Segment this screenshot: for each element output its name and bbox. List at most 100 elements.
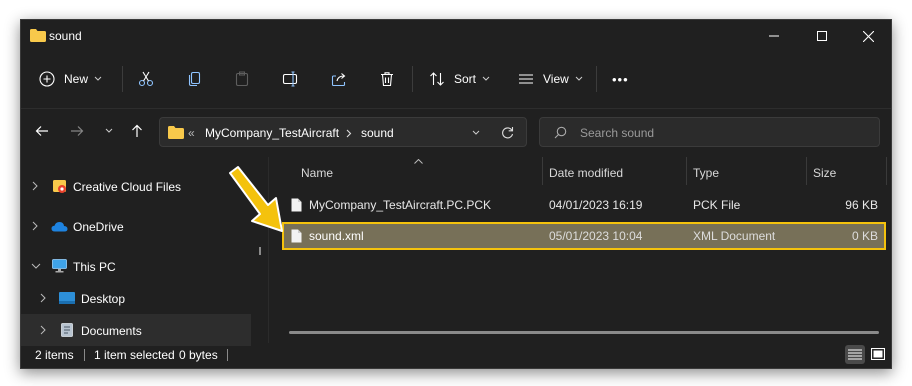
view-button[interactable]: View: [518, 64, 583, 94]
monitor-icon: [52, 259, 67, 273]
plus-circle-icon: [39, 71, 55, 87]
command-bar: New Sort View •••: [21, 56, 891, 102]
address-row: « MyCompany_TestAircraft sound Search so…: [21, 108, 891, 153]
status-bar: 2 items 1 item selected 0 bytes: [21, 342, 891, 368]
minimize-icon: [769, 35, 779, 37]
close-button[interactable]: [845, 20, 891, 52]
up-button[interactable]: [127, 121, 147, 141]
annotation-arrow-icon: [229, 166, 283, 232]
share-icon: [331, 73, 346, 87]
chevron-down-icon: [31, 263, 41, 269]
cut-button[interactable]: [138, 64, 154, 94]
sidebar-item-label: Documents: [81, 324, 142, 338]
minimize-button[interactable]: [751, 20, 797, 52]
details-view-button[interactable]: [845, 345, 865, 364]
rename-button[interactable]: [282, 64, 300, 94]
chevron-down-icon: [472, 130, 480, 135]
new-button[interactable]: New: [39, 64, 102, 94]
file-name: MyCompany_TestAircraft.PC.PCK: [309, 198, 492, 212]
paste-button[interactable]: [234, 64, 250, 94]
documents-icon: [61, 323, 73, 337]
tiles-view-button[interactable]: [868, 345, 888, 364]
chevron-right-icon: [32, 221, 38, 231]
sort-button[interactable]: Sort: [429, 64, 490, 94]
breadcrumb-current[interactable]: sound: [361, 126, 394, 140]
file-date: 05/01/2023 10:04: [549, 229, 643, 243]
search-box[interactable]: Search sound: [539, 117, 880, 147]
details-view-icon: [848, 349, 862, 360]
toolbar-divider: [412, 66, 413, 92]
sidebar-item-this-pc[interactable]: This PC: [21, 250, 251, 282]
breadcrumb-overflow[interactable]: «: [188, 126, 195, 140]
toolbar-divider: [596, 66, 597, 92]
share-button[interactable]: [331, 64, 347, 94]
folder-icon: [30, 29, 46, 42]
file-row[interactable]: MyCompany_TestAircraft.PC.PCK 04/01/2023…: [282, 191, 886, 219]
sidebar-item-label: Desktop: [81, 292, 126, 306]
clipboard-icon: [235, 71, 249, 87]
forward-button[interactable]: [67, 121, 87, 141]
refresh-icon: [502, 127, 514, 139]
chevron-down-icon: [94, 76, 102, 81]
search-placeholder: Search sound: [580, 126, 655, 140]
sidebar-scrollbar[interactable]: [259, 247, 261, 255]
column-divider[interactable]: [686, 157, 687, 185]
sidebar-item-label: OneDrive: [73, 220, 124, 234]
file-type: XML Document: [693, 229, 776, 243]
recent-locations-button[interactable]: [99, 121, 119, 141]
sidebar-item-creative-cloud-files[interactable]: Creative Cloud Files: [21, 170, 251, 202]
file-size: 96 KB: [845, 198, 878, 212]
file-explorer-window: sound New Sort View ••• « MyCompany_Test…: [20, 19, 892, 369]
breadcrumb-parent[interactable]: MyCompany_TestAircraft: [205, 126, 339, 140]
selection-size: 0 bytes: [179, 348, 218, 362]
file-name: sound.xml: [309, 229, 364, 243]
chevron-right-icon: [346, 129, 352, 138]
chevron-right-icon: [32, 181, 38, 191]
copy-icon: [188, 71, 201, 87]
item-count: 2 items: [35, 348, 74, 362]
rename-icon: [282, 71, 298, 87]
sidebar-item-desktop[interactable]: Desktop: [21, 282, 251, 314]
column-divider[interactable]: [806, 157, 807, 185]
maximize-icon: [817, 31, 827, 41]
column-divider[interactable]: [886, 157, 887, 185]
chevron-down-icon: [105, 128, 113, 133]
file-type: PCK File: [693, 198, 741, 212]
arrow-up-icon: [132, 124, 142, 137]
scissors-icon: [138, 71, 154, 87]
cloud-icon: [51, 222, 68, 232]
copy-button[interactable]: [187, 64, 203, 94]
sidebar-item-label: Creative Cloud Files: [73, 180, 182, 194]
delete-button[interactable]: [379, 64, 395, 94]
desktop-icon: [59, 292, 75, 304]
maximize-button[interactable]: [799, 20, 845, 52]
creative-cloud-icon: [53, 180, 66, 193]
arrow-left-icon: [35, 126, 48, 136]
sidebar-item-onedrive[interactable]: OneDrive: [21, 210, 251, 242]
view-label: View: [543, 72, 569, 86]
chevron-down-icon: [575, 76, 583, 81]
status-divider: [227, 349, 228, 361]
status-divider: [84, 349, 85, 361]
chevron-right-icon: [40, 293, 46, 303]
file-row-selected[interactable]: sound.xml 05/01/2023 10:04 XML Document …: [282, 222, 886, 250]
sort-ascending-icon: [414, 159, 423, 164]
search-icon: [554, 126, 567, 139]
more-icon: •••: [612, 71, 629, 87]
view-list-icon: [519, 74, 533, 84]
file-date: 04/01/2023 16:19: [549, 198, 643, 212]
toolbar-divider: [122, 66, 123, 92]
chevron-right-icon: [40, 325, 46, 335]
more-options-button[interactable]: •••: [612, 64, 629, 94]
chevron-down-icon: [482, 76, 490, 81]
arrow-right-icon: [71, 126, 84, 136]
horizontal-scrollbar[interactable]: [289, 331, 879, 334]
sidebar-item-label: This PC: [73, 260, 116, 274]
column-divider[interactable]: [542, 157, 543, 185]
trash-icon: [381, 72, 393, 87]
address-bar[interactable]: « MyCompany_TestAircraft sound: [159, 117, 527, 147]
sort-icon: [430, 72, 444, 86]
back-button[interactable]: [32, 121, 52, 141]
folder-icon: [168, 126, 184, 139]
selection-count: 1 item selected: [94, 348, 175, 362]
